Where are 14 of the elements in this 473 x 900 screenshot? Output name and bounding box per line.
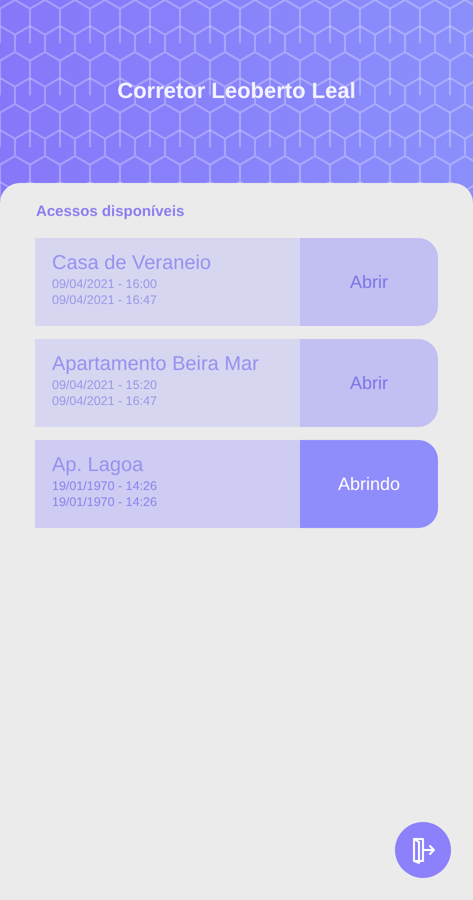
- start-time: 19/01/1970 - 14:26: [52, 479, 158, 493]
- property-name: Ap. Lagoa: [52, 454, 144, 477]
- end-time: 19/01/1970 - 14:26: [52, 495, 158, 509]
- open-button[interactable]: Abrir: [300, 238, 438, 326]
- end-time: 09/04/2021 - 16:47: [52, 293, 158, 307]
- property-name: Casa de Veraneio: [52, 252, 212, 275]
- open-button[interactable]: Abrindo: [300, 440, 438, 528]
- section-title: Acessos disponíveis: [36, 203, 186, 220]
- end-time: 09/04/2021 - 16:47: [52, 394, 158, 408]
- start-time: 09/04/2021 - 16:00: [52, 277, 158, 291]
- start-time: 09/04/2021 - 15:20: [52, 378, 158, 392]
- open-button[interactable]: Abrir: [300, 339, 438, 427]
- property-name: Apartamento Beira Mar: [52, 353, 260, 376]
- broker-name-title: Corretor Leoberto Leal: [117, 78, 356, 105]
